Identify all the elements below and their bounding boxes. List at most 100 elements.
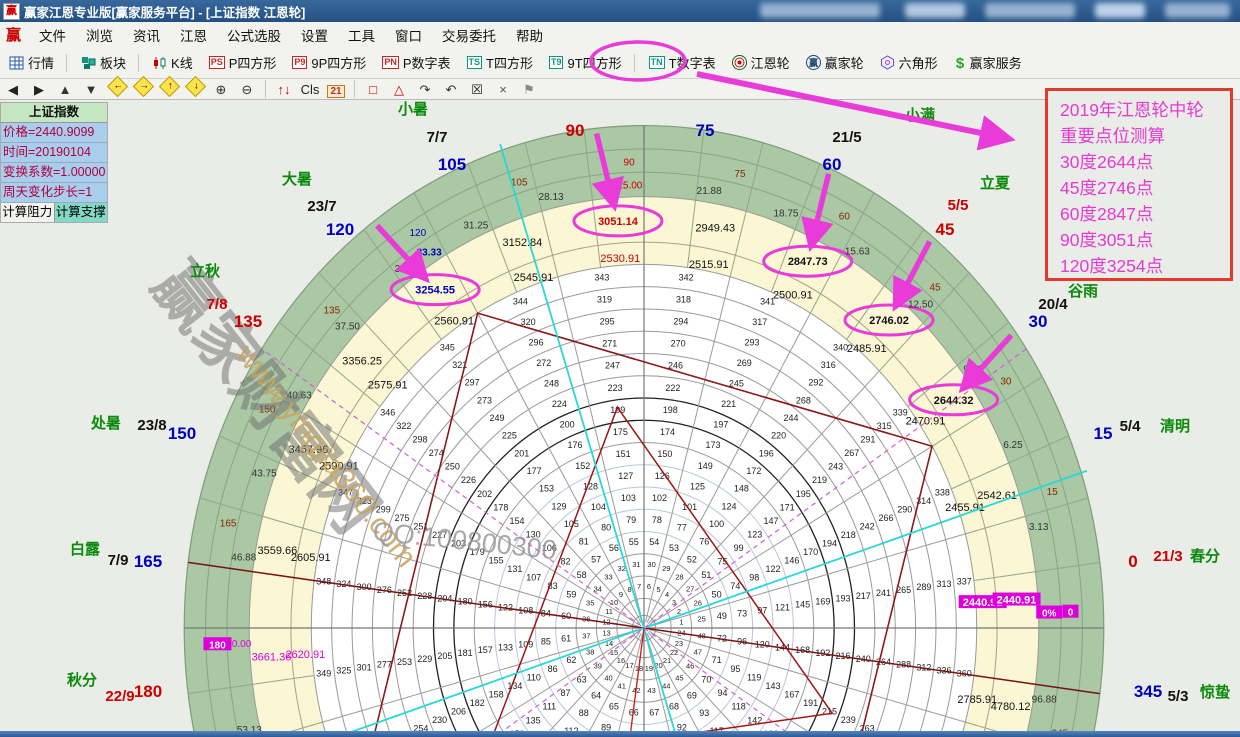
square-tool-button[interactable]: □: [360, 80, 386, 99]
svg-text:29: 29: [662, 564, 670, 573]
calc-support-button[interactable]: 计算支撑: [55, 203, 108, 222]
cls-button[interactable]: Cls: [297, 80, 323, 99]
svg-text:250: 250: [445, 462, 460, 472]
rotate-left-arrow[interactable]: ▲: [52, 80, 78, 99]
menu-bar: 赢 文件浏览资讯江恩公式选股设置工具窗口交易委托帮助: [0, 22, 1240, 48]
menu-item-6[interactable]: 工具: [338, 23, 385, 47]
svg-text:69: 69: [687, 690, 697, 700]
svg-text:28: 28: [675, 573, 683, 582]
window-controls[interactable]: [1165, 3, 1230, 18]
svg-text:317: 317: [752, 317, 767, 327]
svg-text:4: 4: [665, 590, 669, 599]
menu-item-8[interactable]: 交易委托: [432, 23, 506, 47]
svg-text:110: 110: [527, 672, 541, 682]
svg-text:325: 325: [336, 666, 351, 676]
pan-left-button[interactable]: ←: [104, 79, 130, 99]
toolbar-button-江恩轮[interactable]: 江恩轮: [725, 49, 797, 76]
zoom-out-button[interactable]: ⊖: [234, 80, 260, 99]
menu-item-4[interactable]: 公式选股: [217, 23, 291, 47]
toolbar-button-行情[interactable]: 行情: [2, 49, 61, 76]
svg-text:266: 266: [878, 513, 893, 523]
blurred-area: [760, 3, 880, 18]
rotate-right-arrow[interactable]: ▼: [78, 80, 104, 99]
solar-term-label: 惊蛰: [1200, 683, 1230, 701]
toolbar-button-label: P四方形: [229, 53, 277, 72]
svg-text:31.25: 31.25: [463, 220, 488, 231]
toolbar-button-P四方形[interactable]: PSP四方形: [202, 49, 284, 76]
blurred-area: [905, 3, 965, 18]
solar-term-label: 谷雨: [1068, 283, 1098, 300]
prev-arrow[interactable]: ◀: [0, 80, 26, 99]
menu-item-2[interactable]: 资讯: [123, 23, 170, 47]
toolbar-button-K线[interactable]: K线: [146, 49, 200, 76]
svg-text:173: 173: [706, 440, 721, 450]
svg-text:128: 128: [583, 481, 598, 491]
svg-text:150: 150: [657, 449, 672, 459]
svg-text:30: 30: [647, 560, 655, 569]
date-label: 23/7: [307, 198, 336, 215]
svg-text:146: 146: [784, 555, 799, 565]
svg-text:55: 55: [629, 537, 639, 547]
rotate-ccw-button[interactable]: ↷: [412, 80, 438, 99]
toolbar-button-六角形[interactable]: 六角形: [873, 49, 945, 76]
svg-text:131: 131: [507, 564, 522, 574]
toolbar-button-T四方形[interactable]: TST四方形: [460, 49, 540, 76]
panel-row-3: 周天变化步长=1: [1, 183, 107, 203]
wheel-degree-label-15: 15: [1094, 424, 1113, 443]
menu-item-9[interactable]: 帮助: [506, 23, 553, 47]
fit-button[interactable]: ×: [490, 80, 516, 99]
toolbar-button-赢家服务[interactable]: $赢家服务: [947, 49, 1029, 76]
svg-text:152: 152: [575, 461, 590, 471]
menu-item-5[interactable]: 设置: [291, 23, 338, 47]
toolbar-button-label: P数字表: [403, 53, 451, 72]
toolbar-button-P数字表[interactable]: PNP数字表: [375, 49, 457, 76]
svg-text:35: 35: [586, 599, 594, 608]
toolbar-button-赢家轮[interactable]: 赢赢家轮: [799, 49, 871, 76]
svg-text:223: 223: [608, 383, 623, 393]
svg-text:12.50: 12.50: [908, 299, 933, 310]
svg-text:129: 129: [551, 501, 566, 511]
svg-text:51: 51: [701, 570, 711, 580]
TS-icon: TS: [467, 56, 483, 69]
toolbar-button-9P四方形[interactable]: P99P四方形: [285, 49, 373, 76]
toolbar-button-T数字表[interactable]: TNT数字表: [642, 49, 723, 76]
toolbar-button-板块[interactable]: 板块: [74, 49, 133, 76]
svg-text:248: 248: [544, 379, 559, 389]
svg-text:9: 9: [619, 590, 623, 599]
svg-text:2560.91: 2560.91: [434, 315, 474, 327]
updown-scale-button[interactable]: ↑↓: [271, 80, 297, 99]
svg-text:229: 229: [417, 654, 432, 664]
svg-text:3661.36: 3661.36: [252, 651, 292, 663]
svg-text:170: 170: [803, 547, 818, 557]
toolbar-button-9T四方形[interactable]: T99T四方形: [542, 49, 629, 76]
svg-text:177: 177: [527, 466, 542, 476]
flag-button[interactable]: ⚑: [516, 80, 542, 99]
pan-down-button[interactable]: ↓: [182, 79, 208, 99]
menu-item-1[interactable]: 浏览: [76, 23, 123, 47]
svg-text:49: 49: [717, 611, 727, 621]
delete-box-button[interactable]: ☒: [464, 80, 490, 99]
rotate-cw-button[interactable]: ↶: [438, 80, 464, 99]
calendar-button[interactable]: 21: [323, 80, 349, 99]
svg-text:171: 171: [780, 502, 795, 512]
triangle-tool-button[interactable]: △: [386, 80, 412, 99]
menu-item-7[interactable]: 窗口: [385, 23, 432, 47]
kline-icon: [153, 56, 167, 70]
svg-text:343: 343: [594, 272, 609, 282]
svg-text:180: 180: [209, 640, 226, 651]
calc-resistance-button[interactable]: 计算阻力: [1, 203, 55, 222]
svg-text:346: 346: [380, 407, 395, 417]
pan-up-button[interactable]: ↑: [156, 79, 182, 99]
svg-text:39: 39: [594, 662, 602, 671]
menu-item-0[interactable]: 文件: [29, 23, 76, 47]
svg-text:21.88: 21.88: [697, 186, 722, 197]
zoom-in-button[interactable]: ⊕: [208, 80, 234, 99]
svg-text:301: 301: [357, 663, 372, 673]
pan-right-button[interactable]: →: [130, 79, 156, 99]
menu-item-3[interactable]: 江恩: [170, 23, 217, 47]
next-arrow[interactable]: ▶: [26, 80, 52, 99]
svg-text:4780.12: 4780.12: [991, 701, 1031, 713]
svg-text:43.75: 43.75: [252, 468, 277, 479]
svg-text:23: 23: [675, 639, 683, 648]
svg-text:18.75: 18.75: [773, 208, 798, 219]
